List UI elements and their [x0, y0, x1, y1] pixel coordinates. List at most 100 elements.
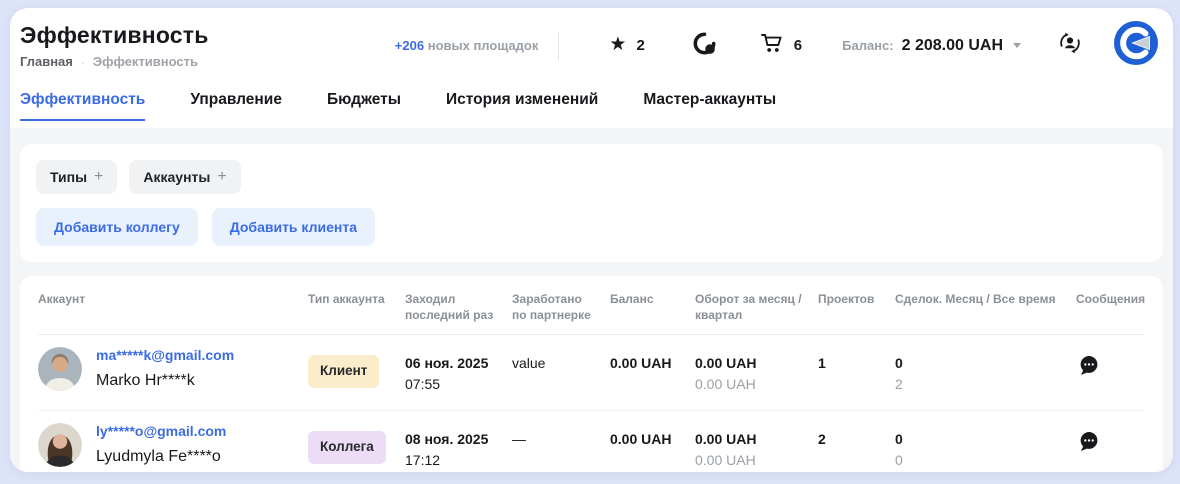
last-visit-cell: 08 ноя. 2025 17:12: [405, 421, 512, 471]
action-buttons: Добавить коллегу Добавить клиента: [36, 208, 1147, 246]
title-block: Эффективность Главная · Эффективность: [20, 22, 209, 69]
turnover-cell: 0.00 UAH 0.00 UAH: [695, 345, 818, 395]
cart-count: 6: [794, 37, 802, 54]
account-email-link[interactable]: ly*****o@gmail.com: [96, 421, 226, 442]
avatar: [38, 423, 82, 467]
account-name: Lyudmyla Fe****o: [96, 445, 226, 469]
chevron-down-icon: [1013, 43, 1021, 48]
col-account-type: Тип аккаунта: [308, 291, 405, 307]
last-visit-time: 07:55: [405, 376, 440, 392]
deals-total: 0: [895, 452, 903, 468]
add-colleague-button[interactable]: Добавить коллегу: [36, 208, 198, 246]
account-type-badge: Клиент: [308, 355, 379, 387]
favorites-counter[interactable]: ★ 2: [609, 36, 644, 55]
c-arrow-logo-icon: [1113, 20, 1159, 71]
col-last-visit: Заходил последний раз: [405, 291, 512, 323]
chat-button[interactable]: [693, 32, 716, 60]
account-cell: ma*****k@gmail.com Marko Hr****k: [38, 345, 308, 393]
col-earned: Заработано по партнерке: [512, 291, 610, 323]
tab-management[interactable]: Управление: [190, 91, 282, 121]
chat-icon: [693, 32, 716, 60]
content-section: Типы + Аккаунты + Добавить коллегу Добав…: [10, 128, 1173, 472]
header-divider: [558, 32, 559, 60]
message-bubble-icon: [1078, 440, 1099, 455]
breadcrumb: Главная · Эффективность: [20, 54, 209, 69]
col-deals: Сделок. Месяц / Все время: [895, 291, 1076, 307]
col-account: Аккаунт: [38, 291, 308, 307]
filter-chips: Типы + Аккаунты +: [36, 160, 1147, 194]
deals-cell: 0 0: [895, 421, 1076, 471]
col-messages: Сообщения: [1076, 291, 1159, 307]
deals-total: 2: [895, 376, 903, 392]
app-window: Эффективность Главная · Эффективность +2…: [10, 8, 1173, 472]
messages-cell: [1076, 345, 1145, 382]
deals-month: 0: [895, 353, 1076, 374]
account-type-cell: Коллега: [308, 421, 405, 463]
account-name: Marko Hr****k: [96, 369, 234, 393]
last-visit-time: 17:12: [405, 452, 440, 468]
projects-cell: 1: [818, 345, 895, 374]
switch-account-icon: [1057, 30, 1083, 61]
col-turnover: Оборот за месяц / квартал: [695, 291, 818, 323]
account-type-cell: Клиент: [308, 345, 405, 387]
col-balance: Баланс: [610, 291, 695, 307]
header-actions: +206 новых площадок ★ 2: [395, 20, 1159, 71]
turnover-cell: 0.00 UAH 0.00 UAH: [695, 421, 818, 471]
new-platforms-link[interactable]: +206 новых площадок: [395, 38, 539, 53]
cart-counter[interactable]: 6: [760, 33, 802, 58]
header: Эффективность Главная · Эффективность +2…: [10, 8, 1173, 71]
table-row: ma*****k@gmail.com Marko Hr****k Клиент …: [38, 335, 1145, 411]
tab-budgets[interactable]: Бюджеты: [327, 91, 401, 121]
table-header-row: Аккаунт Тип аккаунта Заходил последний р…: [38, 276, 1145, 335]
col-projects: Проектов: [818, 291, 895, 307]
breadcrumb-home[interactable]: Главная: [20, 54, 73, 69]
message-bubble-icon: [1078, 364, 1099, 379]
last-visit-date: 08 ноя. 2025: [405, 429, 512, 450]
filter-chip-accounts-label: Аккаунты: [143, 169, 210, 185]
switch-account-button[interactable]: [1057, 30, 1083, 61]
brand-logo[interactable]: [1113, 20, 1159, 71]
new-platforms-count: +206: [395, 38, 424, 53]
balance-cell: 0.00 UAH: [610, 421, 695, 450]
turnover-quarter: 0.00 UAH: [695, 376, 756, 392]
balance-cell: 0.00 UAH: [610, 345, 695, 374]
projects-cell: 2: [818, 421, 895, 450]
turnover-month: 0.00 UAH: [695, 353, 818, 374]
plus-icon: +: [94, 169, 103, 185]
message-button[interactable]: [1076, 429, 1099, 455]
balance-dropdown[interactable]: Баланс: 2 208.00 UAH: [842, 37, 1021, 55]
new-platforms-label: новых площадок: [428, 38, 539, 53]
messages-cell: [1076, 421, 1145, 458]
accounts-table: Аккаунт Тип аккаунта Заходил последний р…: [20, 276, 1163, 472]
tab-master-accounts[interactable]: Мастер-аккаунты: [643, 91, 776, 121]
breadcrumb-current: Эффективность: [93, 54, 198, 69]
table-row: ly*****o@gmail.com Lyudmyla Fe****o Колл…: [38, 411, 1145, 472]
plus-icon: +: [217, 169, 226, 185]
last-visit-cell: 06 ноя. 2025 07:55: [405, 345, 512, 395]
filter-chip-types[interactable]: Типы +: [36, 160, 117, 194]
filter-chip-types-label: Типы: [50, 169, 87, 185]
balance-value: 2 208.00 UAH: [902, 37, 1003, 55]
favorites-count: 2: [636, 37, 644, 54]
tab-bar: Эффективность Управление Бюджеты История…: [10, 91, 1173, 121]
filters-card: Типы + Аккаунты + Добавить коллегу Добав…: [20, 144, 1163, 262]
tab-effectiveness[interactable]: Эффективность: [20, 91, 145, 121]
add-client-button[interactable]: Добавить клиента: [212, 208, 375, 246]
page-title: Эффективность: [20, 22, 209, 49]
account-type-badge: Коллега: [308, 431, 386, 463]
last-visit-date: 06 ноя. 2025: [405, 353, 512, 374]
filter-chip-accounts[interactable]: Аккаунты +: [129, 160, 240, 194]
turnover-month: 0.00 UAH: [695, 429, 818, 450]
account-email-link[interactable]: ma*****k@gmail.com: [96, 345, 234, 366]
cart-icon: [760, 33, 784, 58]
account-cell: ly*****o@gmail.com Lyudmyla Fe****o: [38, 421, 308, 469]
earned-cell: value: [512, 345, 610, 374]
avatar: [38, 347, 82, 391]
message-button[interactable]: [1076, 353, 1099, 379]
earned-cell: —: [512, 421, 610, 450]
star-icon: ★: [609, 35, 626, 54]
turnover-quarter: 0.00 UAH: [695, 452, 756, 468]
tab-history[interactable]: История изменений: [446, 91, 598, 121]
deals-cell: 0 2: [895, 345, 1076, 395]
deals-month: 0: [895, 429, 1076, 450]
